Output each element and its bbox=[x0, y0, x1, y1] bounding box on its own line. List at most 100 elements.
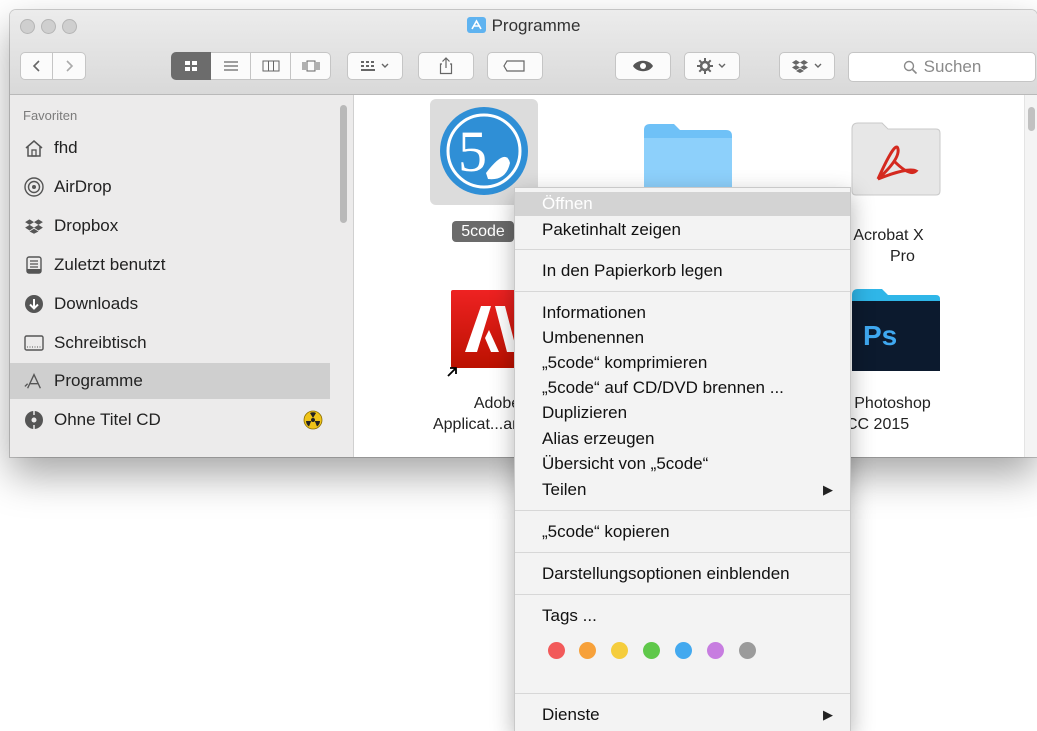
arrange-grid-icon bbox=[361, 61, 375, 71]
sidebar: Favoriten fhd AirDrop Dropbox Zuletzt be… bbox=[10, 95, 354, 457]
back-forward-control bbox=[20, 52, 86, 80]
tag-gray-dot[interactable] bbox=[739, 642, 756, 659]
tag-green-dot[interactable] bbox=[643, 642, 660, 659]
chevron-down-icon bbox=[381, 63, 389, 68]
menu-item-burn[interactable]: „5code“ auf CD/DVD brennen ... bbox=[515, 376, 850, 400]
menu-separator bbox=[515, 510, 850, 511]
forward-button[interactable] bbox=[53, 52, 86, 80]
sidebar-item-desktop[interactable]: Schreibtisch bbox=[10, 325, 330, 361]
file-label-photoshop: be Photoshop CC 2015 bbox=[832, 395, 931, 433]
applications-icon bbox=[24, 371, 44, 391]
menu-item-move-to-trash[interactable]: In den Papierkorb legen bbox=[515, 259, 850, 283]
search-placeholder: Suchen bbox=[923, 57, 982, 76]
chevron-right-icon bbox=[66, 60, 74, 72]
chevron-left-icon bbox=[32, 60, 40, 72]
menu-item-compress[interactable]: „5code“ komprimieren bbox=[515, 351, 850, 375]
menu-item-duplicate[interactable]: Duplizieren bbox=[515, 401, 850, 425]
menu-item-get-info[interactable]: Informationen bbox=[515, 301, 850, 325]
cd-icon bbox=[24, 410, 44, 430]
menu-separator bbox=[515, 291, 850, 292]
tag-yellow-dot[interactable] bbox=[611, 642, 628, 659]
tags-button[interactable] bbox=[487, 52, 543, 80]
menu-item-open[interactable]: Öffnen bbox=[515, 192, 850, 216]
context-menu: Öffnen Paketinhalt zeigen In den Papierk… bbox=[514, 187, 851, 731]
svg-text:5: 5 bbox=[458, 119, 487, 184]
sidebar-item-label: fhd bbox=[54, 138, 78, 157]
back-button[interactable] bbox=[20, 52, 53, 80]
list-view-button[interactable] bbox=[211, 52, 251, 80]
sidebar-item-fhd[interactable]: fhd bbox=[10, 130, 330, 166]
file-label-selected: 5code bbox=[452, 221, 514, 242]
sidebar-item-label: Programme bbox=[54, 371, 143, 390]
desktop-icon bbox=[24, 333, 44, 353]
menu-item-tags[interactable]: Tags ... bbox=[515, 604, 850, 628]
alias-arrow-icon bbox=[445, 365, 459, 384]
menu-separator bbox=[515, 552, 850, 553]
menu-separator bbox=[515, 693, 850, 694]
chevron-down-icon bbox=[718, 63, 726, 68]
menu-item-services[interactable]: Dienste ▶ bbox=[515, 703, 850, 727]
downloads-icon bbox=[24, 294, 44, 314]
submenu-arrow-icon: ▶ bbox=[823, 707, 833, 722]
grid-icon bbox=[185, 61, 197, 71]
sidebar-item-label: Zuletzt benutzt bbox=[54, 255, 166, 274]
columns-icon bbox=[262, 60, 279, 72]
search-icon bbox=[903, 60, 917, 74]
icon-view-button[interactable] bbox=[171, 52, 211, 80]
dropbox-button[interactable] bbox=[779, 52, 835, 80]
airdrop-icon bbox=[24, 177, 44, 197]
menu-item-share[interactable]: Teilen ▶ bbox=[515, 478, 850, 502]
tag-icon bbox=[503, 60, 525, 72]
action-button[interactable] bbox=[684, 52, 740, 80]
list-icon bbox=[223, 61, 238, 71]
search-field[interactable]: Suchen bbox=[848, 52, 1036, 82]
photoshop-badge: Ps bbox=[863, 320, 898, 351]
gear-icon bbox=[697, 58, 713, 74]
sidebar-item-label: Ohne Titel CD bbox=[54, 410, 161, 429]
column-view-button[interactable] bbox=[251, 52, 291, 80]
chevron-down-icon bbox=[814, 63, 822, 68]
sidebar-item-label: AirDrop bbox=[54, 177, 112, 196]
tag-orange-dot[interactable] bbox=[579, 642, 596, 659]
share-button[interactable] bbox=[418, 52, 474, 80]
arrange-button[interactable] bbox=[347, 52, 403, 80]
menu-item-rename[interactable]: Umbenennen bbox=[515, 326, 850, 350]
menu-separator bbox=[515, 594, 850, 595]
sidebar-item-dropbox[interactable]: Dropbox bbox=[10, 208, 330, 244]
recents-icon bbox=[24, 255, 44, 275]
eject-icon[interactable] bbox=[303, 410, 323, 435]
acrobat-app-icon[interactable] bbox=[848, 119, 944, 202]
home-icon bbox=[24, 138, 44, 158]
menu-item-make-alias[interactable]: Alias erzeugen bbox=[515, 427, 850, 451]
window-title: Programme bbox=[10, 16, 1037, 36]
menu-item-show-view-options[interactable]: Darstellungsoptionen einblenden bbox=[515, 562, 850, 586]
menu-item-show-package-contents[interactable]: Paketinhalt zeigen bbox=[515, 218, 850, 242]
coverflow-view-button[interactable] bbox=[291, 52, 331, 80]
coverflow-icon bbox=[302, 60, 319, 72]
eye-icon bbox=[633, 60, 653, 72]
toolbar: Programme Suchen bbox=[10, 10, 1037, 95]
tag-purple-dot[interactable] bbox=[707, 642, 724, 659]
sidebar-item-cd[interactable]: Ohne Titel CD bbox=[10, 402, 330, 438]
menu-item-label: Dienste bbox=[542, 705, 600, 724]
sidebar-item-label: Schreibtisch bbox=[54, 333, 147, 352]
sidebar-scrollbar[interactable] bbox=[340, 105, 347, 223]
file-area-scrollbar[interactable] bbox=[1024, 95, 1037, 457]
file-label-acrobat: be Acrobat X Pro bbox=[832, 227, 924, 265]
scrollbar-thumb[interactable] bbox=[1028, 107, 1035, 131]
sidebar-item-airdrop[interactable]: AirDrop bbox=[10, 169, 330, 205]
tag-blue-dot[interactable] bbox=[675, 642, 692, 659]
tag-red-dot[interactable] bbox=[548, 642, 565, 659]
sidebar-item-applications[interactable]: Programme bbox=[10, 363, 330, 399]
sidebar-item-label: Dropbox bbox=[54, 216, 119, 235]
quick-look-button[interactable] bbox=[615, 52, 671, 80]
view-mode-control bbox=[171, 52, 331, 80]
menu-item-copy[interactable]: „5code“ kopieren bbox=[515, 520, 850, 544]
dropbox-icon bbox=[792, 60, 808, 73]
menu-item-label: Teilen bbox=[542, 480, 587, 499]
submenu-arrow-icon: ▶ bbox=[823, 482, 833, 497]
sidebar-item-downloads[interactable]: Downloads bbox=[10, 286, 330, 322]
menu-separator bbox=[515, 249, 850, 250]
sidebar-item-recents[interactable]: Zuletzt benutzt bbox=[10, 247, 330, 283]
menu-item-quick-look[interactable]: Übersicht von „5code“ bbox=[515, 452, 850, 476]
